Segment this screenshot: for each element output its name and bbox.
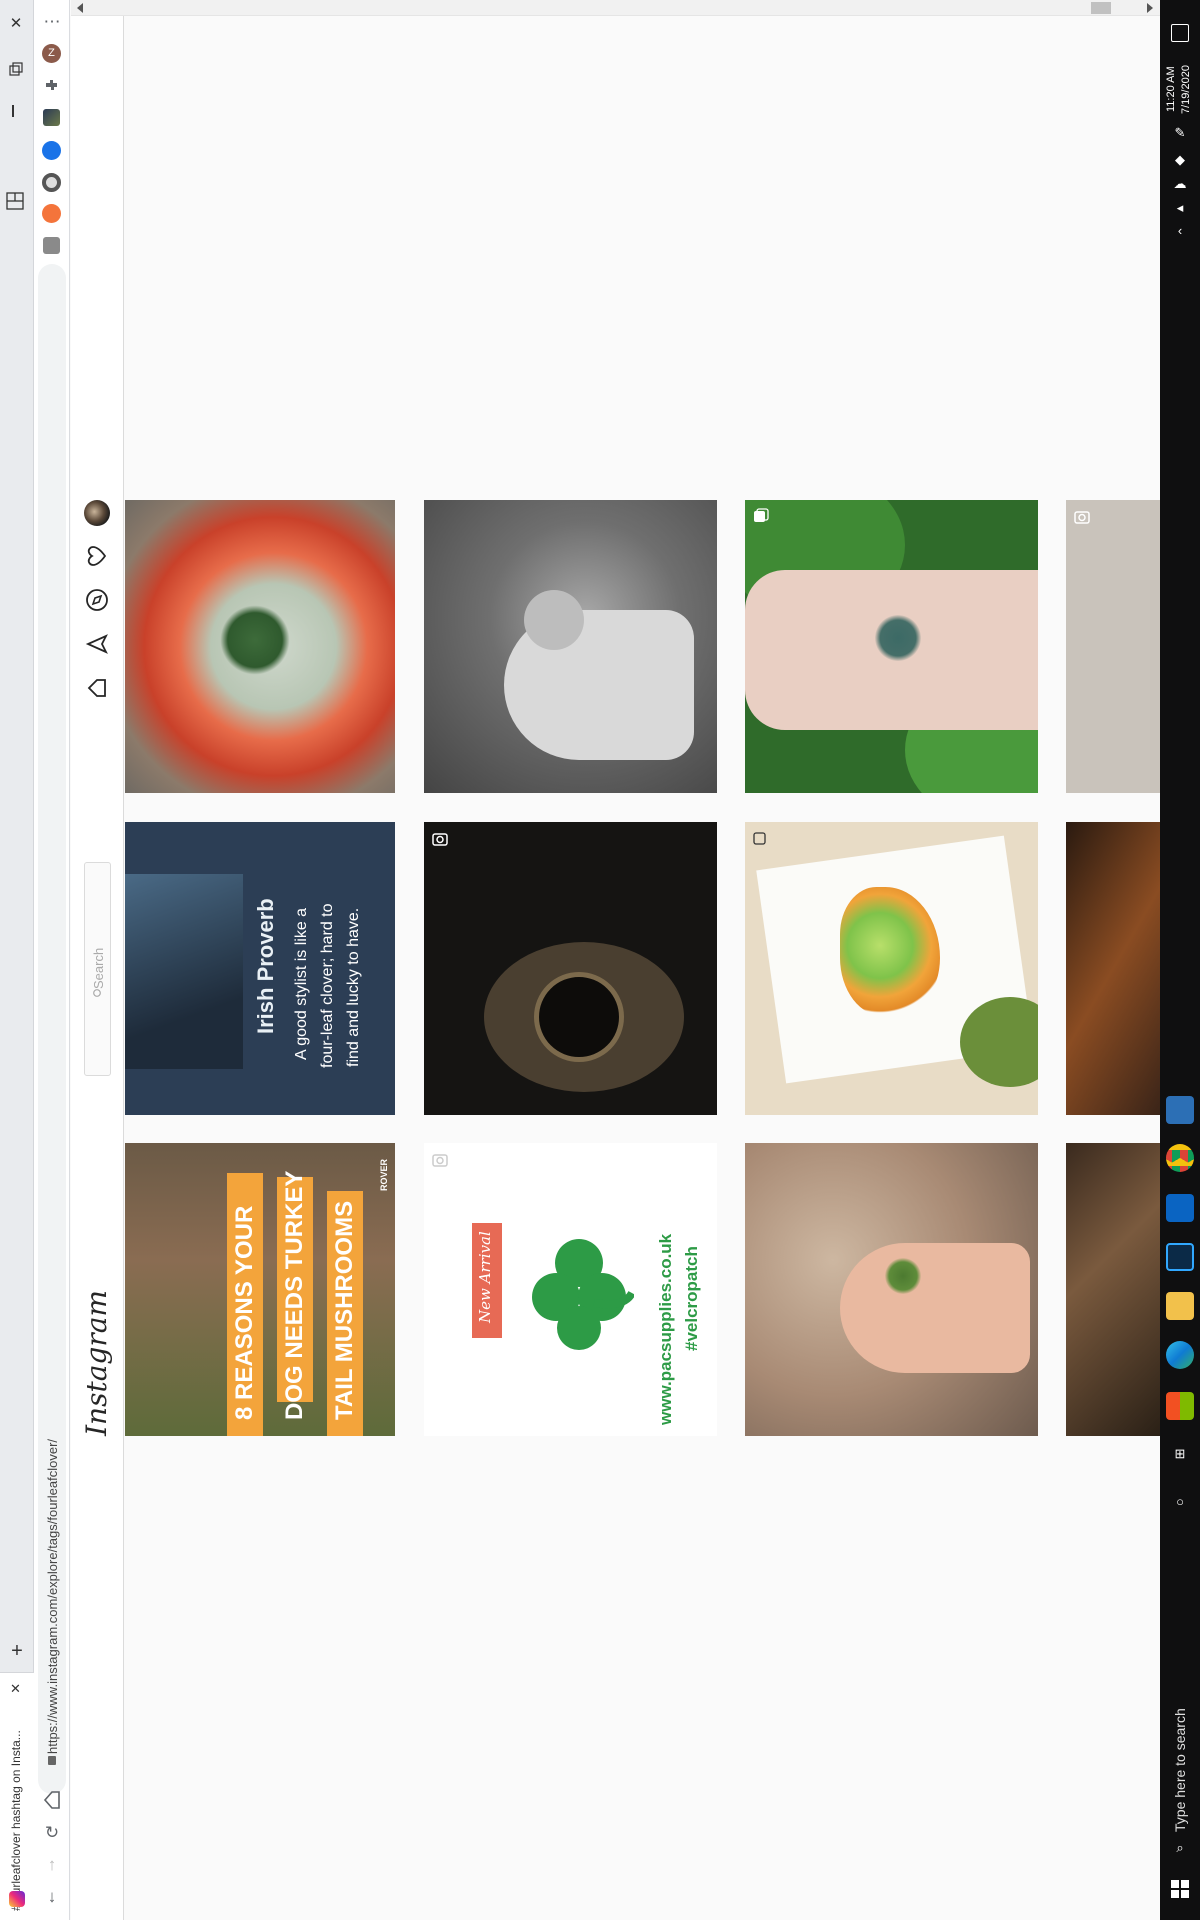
- horizontal-scrollbar[interactable]: [71, 0, 1160, 16]
- post-tile[interactable]: [125, 500, 395, 793]
- carousel-badge-icon: [753, 508, 769, 524]
- window-minimize-icon[interactable]: [12, 105, 14, 117]
- windows-start-icon[interactable]: [1171, 1880, 1189, 1898]
- clover-shape: [885, 1258, 921, 1294]
- extension-orange-icon[interactable]: [42, 204, 61, 223]
- profile-avatar[interactable]: Z: [42, 44, 61, 63]
- mushroom-line-3: TAIL MUSHROOMS: [331, 1200, 358, 1420]
- proverb-line-1: A good stylist is like a: [293, 907, 310, 1060]
- taskbar-search-placeholder[interactable]: Type here to search: [1172, 1708, 1188, 1832]
- search-box[interactable]: Search: [84, 862, 111, 1076]
- task-view-icon[interactable]: ⊞: [1170, 1446, 1190, 1462]
- show-hidden-icons-icon[interactable]: ‹: [1170, 223, 1190, 238]
- camera-badge-icon: [432, 830, 448, 846]
- post-tile[interactable]: Irish Proverb A good stylist is like a f…: [125, 822, 395, 1115]
- shamrock-icon: [524, 1233, 636, 1353]
- extensions-icon[interactable]: [43, 77, 60, 94]
- search-icon[interactable]: ⌕: [1170, 1840, 1190, 1856]
- extension-blue-icon[interactable]: [42, 141, 61, 160]
- search-icon: [92, 985, 102, 997]
- explore-compass-icon[interactable]: [84, 587, 110, 613]
- edge-icon[interactable]: [1166, 1341, 1194, 1369]
- proverb-line-2: four-leaf clover; hard to: [319, 903, 336, 1068]
- guitar-soundhole-shape: [534, 972, 624, 1062]
- supplier-hashtag: #velcropatch: [682, 1246, 701, 1351]
- extension-gray-icon[interactable]: [42, 173, 61, 192]
- camera-badge-icon: [432, 1151, 448, 1167]
- post-tile[interactable]: [745, 500, 1038, 793]
- clover-in-resin: [220, 605, 290, 675]
- ribbon-text: New Arrival: [476, 1231, 494, 1323]
- camera-badge-icon: [1074, 508, 1090, 524]
- direct-message-icon[interactable]: [84, 631, 110, 657]
- scroll-left-icon[interactable]: [77, 3, 83, 13]
- file-explorer-icon[interactable]: [1166, 1292, 1194, 1320]
- browser-tab-strip: ✕ + ✕ #fourleafclover hashtag on Insta..…: [0, 0, 34, 1920]
- mushroom-line-2: DOG NEEDS TURKEY: [281, 1170, 308, 1420]
- photoshop-icon[interactable]: [1166, 1243, 1194, 1271]
- proverb-line-3: find and lucky to have.: [345, 907, 362, 1067]
- tab-actions-icon[interactable]: [4, 190, 26, 212]
- profile-avatar[interactable]: [84, 500, 110, 526]
- home-icon[interactable]: [40, 1788, 64, 1812]
- post-tile[interactable]: [1066, 822, 1160, 1115]
- back-icon[interactable]: ↓: [40, 1885, 64, 1909]
- notification-center-icon[interactable]: [1171, 24, 1189, 42]
- home-nav-icon[interactable]: [84, 675, 110, 701]
- volume-icon[interactable]: ◂: [1170, 200, 1190, 216]
- clock-time[interactable]: 11:20 AM: [1165, 66, 1177, 112]
- brand-logo-text: ROVER: [379, 1158, 389, 1191]
- dropbox-icon[interactable]: ◆: [1170, 152, 1190, 168]
- forward-icon[interactable]: ↑: [40, 1853, 64, 1877]
- clock-date[interactable]: 7/19/2020: [1180, 65, 1192, 114]
- extension-photo-icon[interactable]: [43, 109, 60, 126]
- onedrive-icon[interactable]: ☁: [1170, 176, 1190, 192]
- post-tile[interactable]: [424, 822, 717, 1115]
- tab-title: #fourleafclover hashtag on Insta...: [9, 1730, 23, 1911]
- more-menu-icon[interactable]: ⋯: [40, 10, 64, 34]
- windows-taskbar: [1160, 0, 1200, 1920]
- window-close-icon[interactable]: ✕: [6, 14, 26, 34]
- clover-tattoo-shape: [875, 615, 921, 661]
- lock-icon: [48, 1756, 56, 1765]
- activity-heart-icon[interactable]: [84, 543, 110, 569]
- store-icon[interactable]: [1166, 1392, 1194, 1420]
- new-tab-button[interactable]: +: [6, 1640, 28, 1662]
- supplier-url: www.pacsupplies.co.uk: [656, 1233, 675, 1425]
- reload-icon[interactable]: ↻: [40, 1821, 64, 1845]
- taskbar-app-icon[interactable]: [1166, 1096, 1194, 1124]
- fingers-shape: [840, 1243, 1030, 1373]
- instagram-favicon-icon: [9, 1891, 25, 1907]
- hashtag-post-grid: Irish Proverb A good stylist is like a f…: [125, 16, 1160, 1920]
- post-tile[interactable]: New Arrival www.pacsupplies.co.uk #velcr…: [424, 1143, 717, 1436]
- post-tile[interactable]: [424, 500, 717, 793]
- stylist-photo: [125, 874, 243, 1069]
- outlook-icon[interactable]: [1166, 1194, 1194, 1222]
- clover-shape: [524, 590, 584, 650]
- post-tile[interactable]: [745, 1143, 1038, 1436]
- pen-icon[interactable]: ✎: [1170, 125, 1190, 141]
- mushroom-line-1: 8 REASONS YOUR: [231, 1205, 258, 1420]
- post-tile[interactable]: [1066, 500, 1160, 793]
- post-tile[interactable]: [1066, 1143, 1160, 1436]
- url-text[interactable]: https://www.instagram.com/explore/tags/f…: [45, 1439, 60, 1754]
- cortana-icon[interactable]: ○: [1170, 1494, 1190, 1509]
- post-tile[interactable]: [745, 822, 1038, 1115]
- chrome-icon[interactable]: [1166, 1144, 1194, 1172]
- window-restore-icon[interactable]: [7, 60, 25, 78]
- scroll-right-icon[interactable]: [1147, 3, 1153, 13]
- active-tab[interactable]: ✕ #fourleafclover hashtag on Insta...: [0, 1672, 34, 1920]
- tab-close-icon[interactable]: ✕: [10, 1681, 21, 1697]
- address-bar[interactable]: https://www.instagram.com/explore/tags/f…: [38, 264, 66, 1794]
- post-tile[interactable]: 8 REASONS YOUR DOG NEEDS TURKEY TAIL MUS…: [125, 1143, 395, 1436]
- instagram-logo[interactable]: Instagram: [80, 1290, 113, 1436]
- carousel-badge-icon: [753, 830, 769, 846]
- extension-g-icon[interactable]: [43, 237, 60, 254]
- proverb-title: Irish Proverb: [253, 898, 278, 1034]
- scrollbar-thumb[interactable]: [1091, 2, 1111, 14]
